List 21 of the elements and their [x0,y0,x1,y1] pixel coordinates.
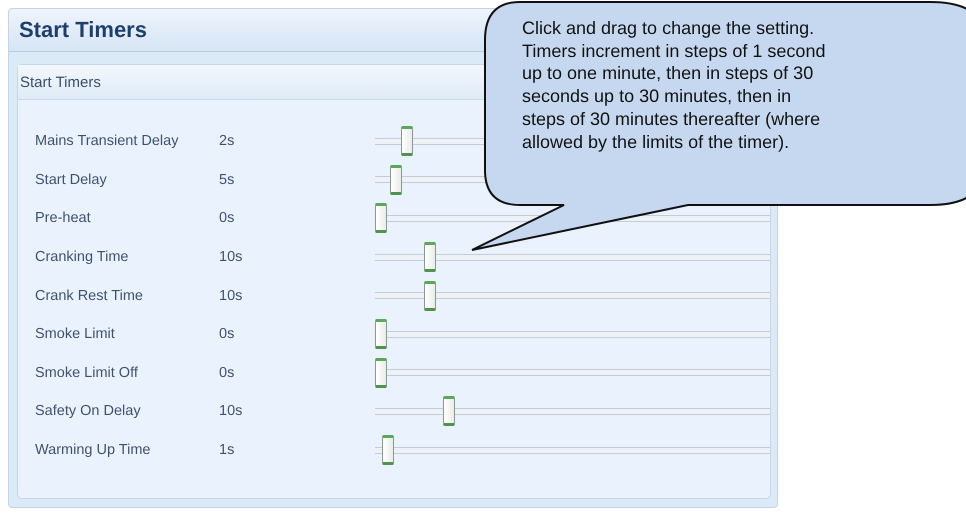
timer-label: Warming Up Time [35,442,152,458]
timer-label: Safety On Delay [35,403,142,420]
timer-value: 5s [219,172,236,188]
group-title: Start Timers [20,74,101,90]
timer-label: Pre-heat [35,210,92,226]
timer-label: Crank Rest Time [35,288,144,304]
callout-tooltip: Click and drag to change the setting. Timers increment in steps of 1 second up to one minute, then in steps of 30 seconds up to 30 minutes, then in steps of 30 minutes thereafter (where allowed by the limits of the timer). [470,0,966,252]
timer-label: Cranking Time [35,249,130,266]
timer-label: Smoke Limit Off [35,364,139,381]
timer-value: 2s [219,133,236,150]
timer-value: 0s [219,364,236,381]
timer-value: 0s [219,326,236,342]
timer-value: 10s [219,249,244,266]
timer-value: 10s [219,403,244,420]
timer-label: Start Delay [35,172,108,188]
timer-label: Smoke Limit [35,326,116,342]
timer-value: 10s [219,288,244,304]
timer-label: Mains Transient Delay [35,133,180,150]
panel-title: Start Timers [19,17,147,43]
timer-value: 1s [219,442,236,458]
timer-value: 0s [219,210,236,226]
